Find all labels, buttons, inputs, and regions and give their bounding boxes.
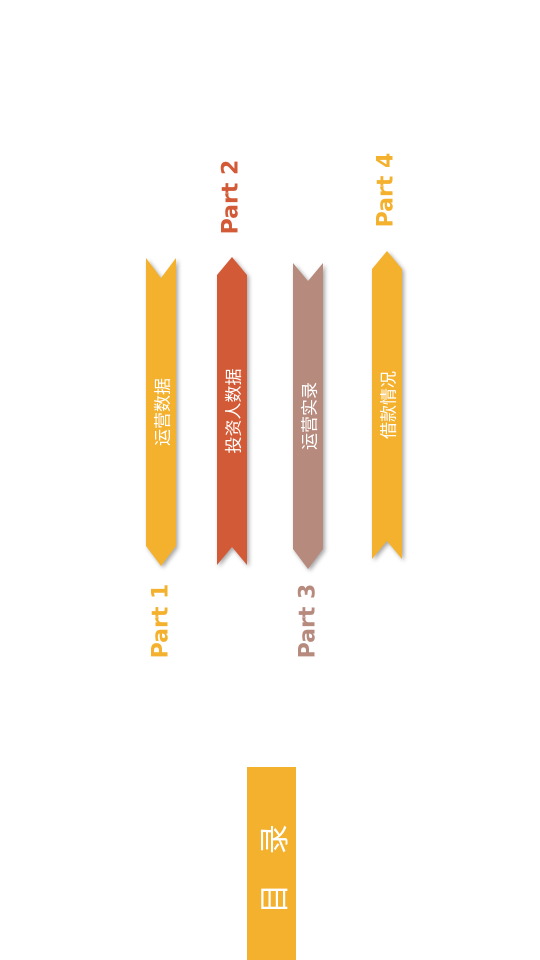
toc-title-box: 目 录 <box>247 767 296 960</box>
ribbon-title-part-2: 投资人数据 <box>224 368 245 454</box>
part-label-1: Part 1 <box>148 583 174 659</box>
ribbon-title-part-1: 运营数据 <box>153 378 174 446</box>
ribbon-part-1: 运营数据 <box>146 258 176 566</box>
toc-title: 目 录 <box>257 813 293 914</box>
ribbon-title-part-3: 运营实录 <box>300 382 321 450</box>
part-label-2: Part 2 <box>218 159 244 235</box>
part-label-4: Part 4 <box>373 152 399 228</box>
ribbon-part-4: 借款情况 <box>372 251 402 559</box>
ribbon-title-part-4: 借款情况 <box>379 371 400 439</box>
part-label-3: Part 3 <box>295 583 321 659</box>
ribbon-part-3: 运营实录 <box>293 263 323 569</box>
ribbon-part-2: 投资人数据 <box>217 257 247 565</box>
